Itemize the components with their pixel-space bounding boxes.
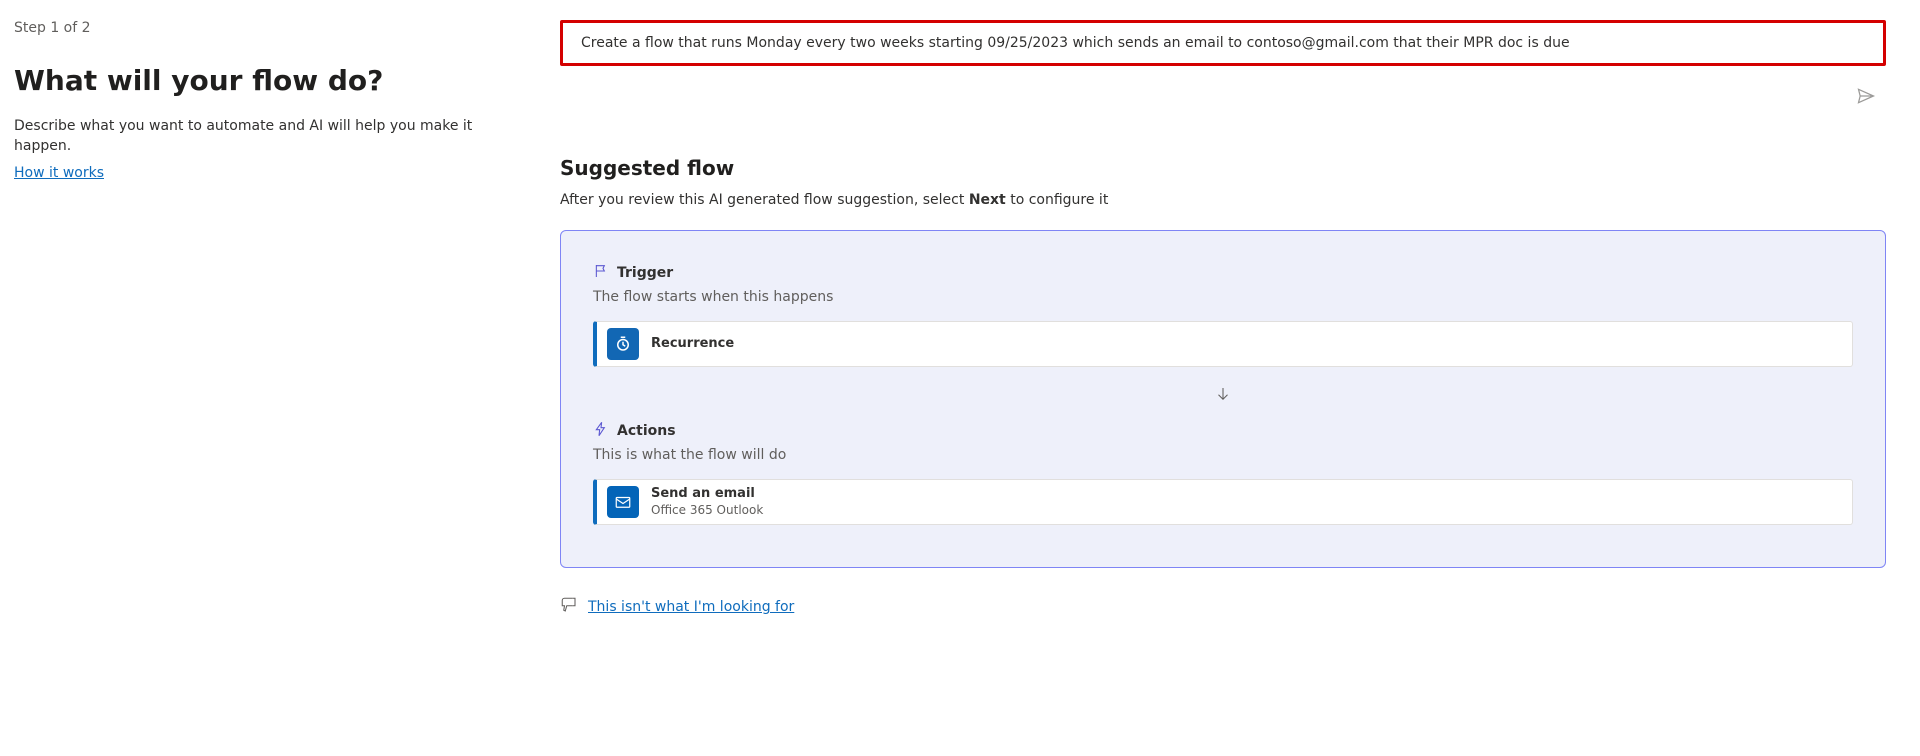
action-card[interactable]: Send an email Office 365 Outlook: [593, 479, 1853, 525]
suggested-flow-heading: Suggested flow: [560, 156, 1886, 180]
how-it-works-link[interactable]: How it works: [14, 165, 104, 181]
actions-label: Actions: [617, 423, 676, 439]
prompt-input[interactable]: Create a flow that runs Monday every two…: [560, 20, 1886, 66]
send-icon: [1856, 95, 1876, 110]
step-indicator: Step 1 of 2: [14, 20, 500, 36]
prompt-text: Create a flow that runs Monday every two…: [581, 35, 1570, 51]
trigger-sub: The flow starts when this happens: [593, 289, 1853, 305]
outlook-icon: [607, 486, 639, 518]
arrow-down-icon: [593, 385, 1853, 403]
page-description: Describe what you want to automate and A…: [14, 117, 500, 156]
page-title: What will your flow do?: [14, 64, 500, 97]
actions-sub: This is what the flow will do: [593, 447, 1853, 463]
recurrence-icon: [607, 328, 639, 360]
trigger-card-title: Recurrence: [651, 336, 734, 353]
suggested-flow-instruction: After you review this AI generated flow …: [560, 192, 1886, 208]
left-panel: Step 1 of 2 What will your flow do? Desc…: [0, 0, 540, 756]
not-looking-for-link[interactable]: This isn't what I'm looking for: [588, 599, 794, 615]
flow-suggestion-card: Trigger The flow starts when this happen…: [560, 230, 1886, 568]
flag-icon: [593, 263, 609, 283]
action-card-sub: Office 365 Outlook: [651, 503, 763, 519]
trigger-card[interactable]: Recurrence: [593, 321, 1853, 367]
send-button[interactable]: [1852, 82, 1880, 114]
thumb-down-icon: [560, 596, 578, 618]
right-panel: Create a flow that runs Monday every two…: [540, 0, 1920, 756]
bolt-icon: [593, 421, 609, 441]
trigger-label: Trigger: [617, 265, 673, 281]
action-card-title: Send an email: [651, 486, 763, 503]
